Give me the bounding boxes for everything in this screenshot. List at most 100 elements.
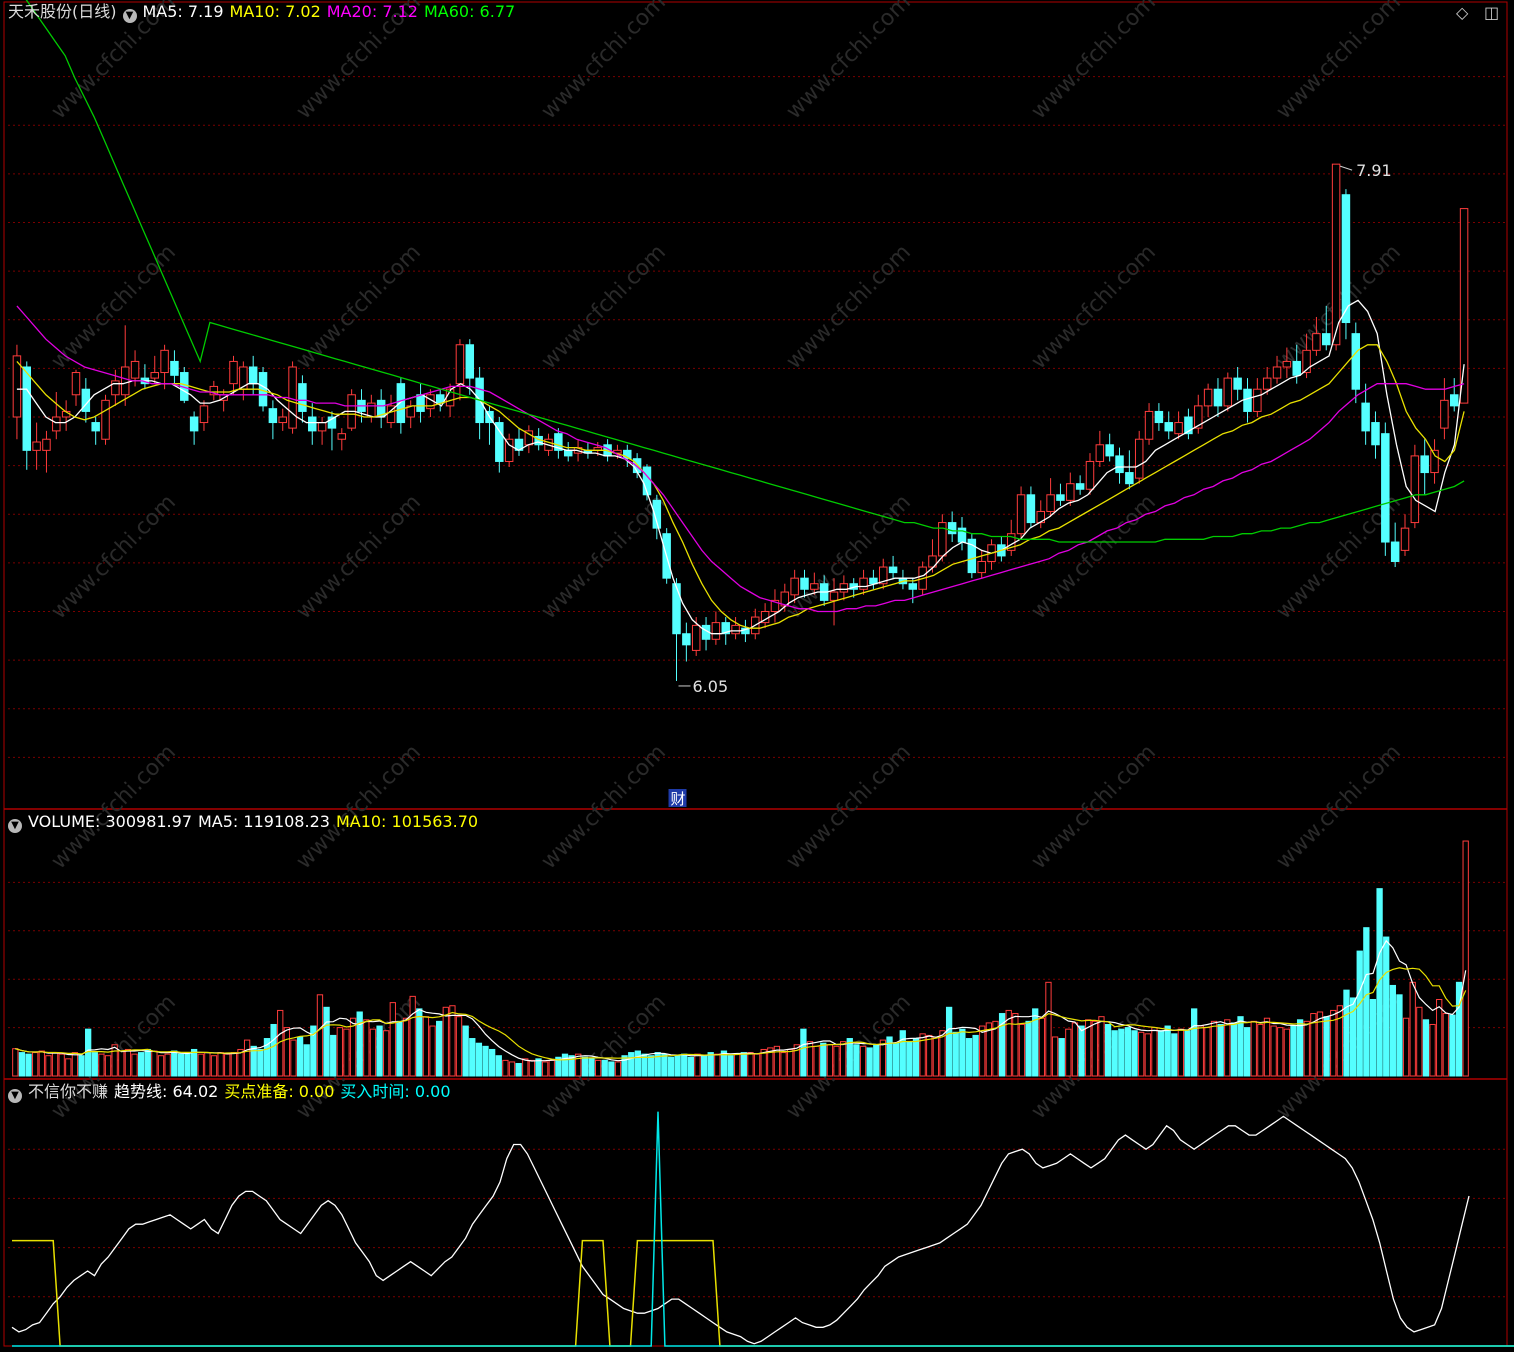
candle-body [1312, 333, 1321, 351]
volume-bar [323, 1006, 330, 1077]
volume-bar [1263, 1017, 1271, 1077]
volume-bar [1131, 1030, 1138, 1077]
volume-bar [1383, 936, 1390, 1077]
candle-body [1164, 422, 1173, 432]
candle [1213, 378, 1223, 417]
legend-volume: VOLUME: 300981.97 [28, 812, 192, 831]
candle [455, 339, 465, 401]
candle-body [1105, 444, 1114, 457]
high-label: 7.91 [1356, 161, 1392, 180]
volume-bar [912, 1038, 920, 1077]
chevron-down-icon[interactable]: ▼ [122, 9, 137, 23]
volume-bar [204, 1052, 211, 1077]
candle-body [111, 380, 120, 396]
volume-bar [224, 1053, 231, 1077]
candle-body [859, 577, 868, 590]
candle [52, 391, 61, 440]
volume-bar [959, 1028, 966, 1077]
volume-bar [1422, 1019, 1430, 1077]
volume-bar [336, 1027, 343, 1077]
candle-body [1144, 410, 1154, 440]
candle [1203, 383, 1213, 417]
low-label: 6.05 [693, 677, 729, 696]
candle-body [908, 583, 918, 590]
indicator-title[interactable]: 不信你不赚 [28, 1082, 108, 1101]
candle-body [1233, 377, 1242, 390]
candle-body [1253, 388, 1262, 412]
chevron-down-icon[interactable]: ▼ [8, 819, 22, 833]
volume-bar [32, 1052, 39, 1077]
volume-bar [1191, 1008, 1198, 1077]
volume-bar [303, 1044, 310, 1077]
volume-bar [628, 1052, 635, 1077]
candle [1075, 475, 1085, 495]
restore-window-icon[interactable]: ◫ [1484, 3, 1499, 22]
volume-bar [800, 1028, 807, 1077]
candle-body [1331, 163, 1341, 346]
candle-body [731, 624, 740, 635]
candle-body [869, 577, 878, 585]
volume-bar [1111, 1030, 1118, 1077]
candle-body [711, 622, 721, 640]
candle-body [1016, 494, 1026, 535]
candle [71, 369, 81, 406]
candle [308, 403, 317, 445]
candle-body [1390, 541, 1400, 562]
volume-bar [1290, 1025, 1297, 1077]
high-pointer [1339, 165, 1353, 171]
candle-body [317, 422, 327, 432]
candle-body [130, 360, 140, 379]
stock-title[interactable]: 天禾股份(日线) [8, 2, 117, 21]
candle-body [278, 416, 287, 424]
candle-body [839, 583, 849, 593]
candle [1115, 447, 1124, 484]
candle [770, 589, 780, 623]
volume-bar [813, 1045, 820, 1077]
volume-bar [945, 1006, 953, 1077]
volume-bar [1091, 1020, 1098, 1077]
candle [1381, 422, 1390, 556]
candle-body [1440, 399, 1449, 429]
candle [1026, 486, 1036, 529]
volume-bar [906, 1041, 913, 1077]
candle-body [790, 577, 799, 596]
candle-body [199, 405, 209, 424]
volume-bar [608, 1061, 615, 1077]
candle [1410, 444, 1420, 529]
volume-bar [700, 1055, 708, 1077]
candle [317, 417, 327, 445]
candle [879, 558, 888, 590]
volume-bar [1396, 994, 1403, 1077]
candle-body [1371, 422, 1380, 446]
volume-bar [144, 1048, 151, 1077]
legend-ma5: MA5: 7.19 [142, 2, 224, 21]
candle [1046, 478, 1055, 518]
candle [1184, 408, 1193, 440]
candle [741, 619, 750, 643]
ma-legend: MA5: 7.19 MA10: 7.02 MA20: 7.12 MA60: 6.77 [143, 2, 522, 21]
volume-bar [1124, 1027, 1132, 1077]
volume-bar [1210, 1020, 1218, 1077]
volume-bar [734, 1053, 741, 1077]
candle [898, 569, 908, 590]
candle [199, 400, 209, 431]
chevron-down-icon[interactable]: ▼ [8, 1089, 22, 1103]
candle-body [1095, 444, 1105, 462]
candle [554, 428, 563, 459]
volume-bar [1078, 1025, 1085, 1077]
diamond-icon[interactable]: ◇ [1456, 3, 1468, 22]
candle [42, 430, 51, 473]
candle-body [1361, 402, 1370, 432]
candle [642, 464, 652, 501]
volume-bar [1071, 1022, 1079, 1077]
volume-bar [1416, 1006, 1423, 1077]
candle-body [465, 344, 475, 379]
volume-bar [621, 1055, 628, 1077]
candle-body [1115, 455, 1124, 474]
volume-bar [1157, 1030, 1165, 1077]
volume-bar [515, 1063, 522, 1077]
volume-bar [1151, 1027, 1158, 1077]
volume-bar [283, 1027, 290, 1077]
candle [711, 611, 721, 645]
candle-body [1046, 494, 1055, 512]
